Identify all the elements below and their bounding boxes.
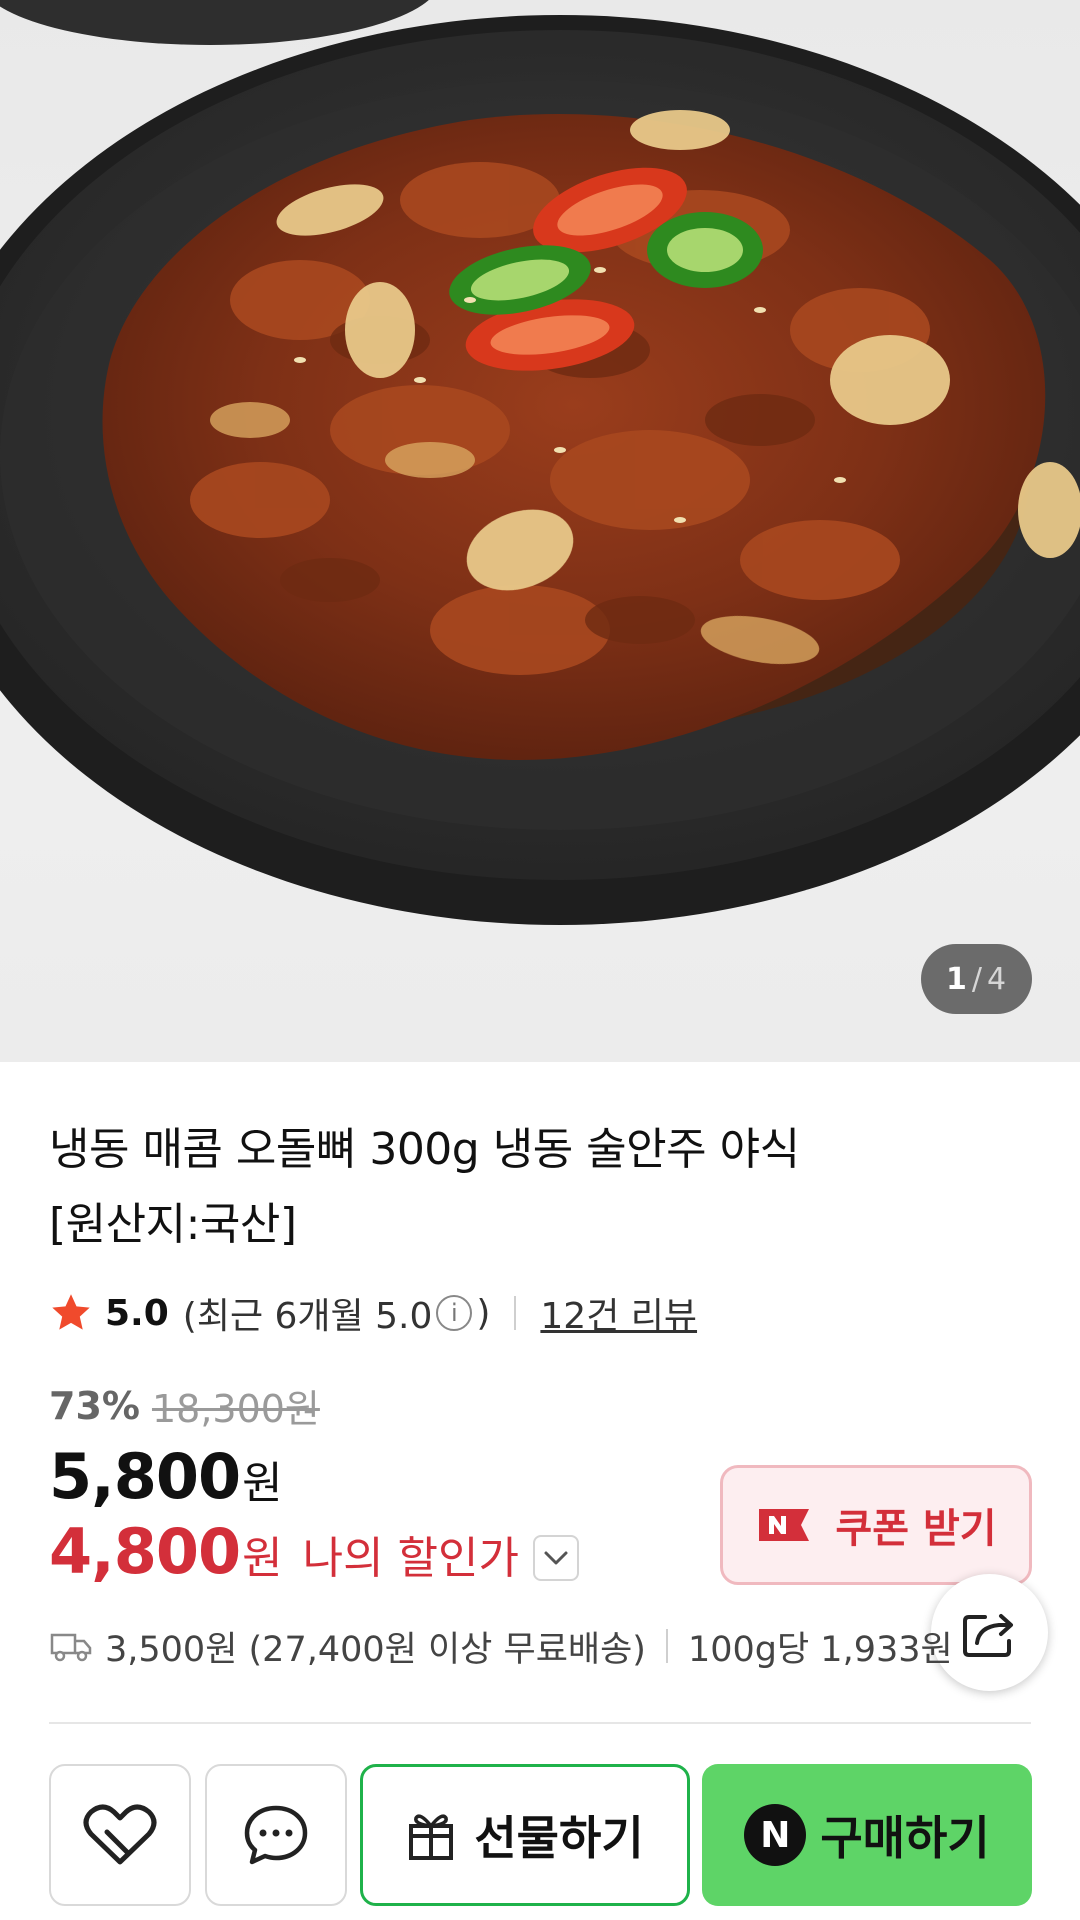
- rating-divider: [514, 1296, 517, 1330]
- share-icon: [962, 1613, 1013, 1657]
- gift-icon: [409, 1814, 454, 1860]
- product-title-line1: 냉동 매콤 오돌뼈 300g 냉동 술안주 야식: [49, 1124, 800, 1175]
- sale-price-currency: 원: [242, 1458, 283, 1509]
- coupon-button[interactable]: 쿠폰 받기: [720, 1465, 1032, 1585]
- rating-score: 5.0: [105, 1292, 169, 1334]
- product-photo-illustration: [0, 0, 1080, 925]
- sale-price-amount: 5,800: [49, 1440, 241, 1513]
- coupon-label: 쿠폰 받기: [835, 1506, 997, 1552]
- naver-pay-badge-icon: [759, 1509, 810, 1541]
- discount-percent: 73%: [49, 1383, 140, 1428]
- my-price-amount: 4,800: [49, 1515, 241, 1588]
- original-price: 18,300원: [151, 1387, 320, 1431]
- buy-button[interactable]: N 구매하기: [702, 1764, 1032, 1906]
- bottom-action-bar: 선물하기 N 구매하기: [0, 1738, 1080, 1920]
- pager-separator: /: [971, 961, 983, 997]
- my-price-label: 나의 할인가: [302, 1533, 519, 1584]
- chevron-down-icon[interactable]: [533, 1534, 579, 1581]
- product-title: 냉동 매콤 오돌뼈 300g 냉동 술안주 야식 [원산지:국산]: [49, 1112, 949, 1262]
- product-title-line2: [원산지:국산]: [49, 1199, 297, 1250]
- buy-label: 구매하기: [820, 1811, 990, 1865]
- chat-button[interactable]: [205, 1764, 347, 1906]
- pager-total: 4: [986, 961, 1008, 997]
- my-price-currency: 원: [242, 1533, 283, 1584]
- gift-button[interactable]: 선물하기: [360, 1764, 690, 1906]
- gift-label: 선물하기: [474, 1811, 644, 1865]
- truck-icon: [50, 1633, 92, 1662]
- rating-recent-close: ): [476, 1292, 491, 1334]
- naver-logo-icon: N: [744, 1804, 807, 1866]
- unit-price: 100g당 1,933원: [687, 1629, 953, 1670]
- pager-current: 1: [945, 961, 968, 997]
- product-image[interactable]: 1 / 4: [0, 0, 1080, 1062]
- info-icon[interactable]: i: [436, 1295, 473, 1331]
- chat-icon: [244, 1805, 308, 1865]
- shipping-fee: 3,500원 (27,400원 이상 무료배송): [105, 1629, 646, 1670]
- sale-price: 5,800 원: [49, 1440, 283, 1513]
- rating-row: 5.0 (최근 6개월 5.0 i ) 12건 리뷰: [49, 1285, 697, 1341]
- star-icon: [52, 1294, 90, 1330]
- section-divider: [49, 1722, 1031, 1724]
- heart-icon: [83, 1804, 157, 1865]
- discount-row: 73% 18,300원: [49, 1378, 320, 1433]
- shipping-row: 3,500원 (27,400원 이상 무료배송) 100g당 1,933원: [49, 1618, 953, 1674]
- image-pager: 1 / 4: [921, 944, 1032, 1014]
- rating-recent: (최근 6개월 5.0: [182, 1296, 433, 1337]
- shipping-divider: [665, 1629, 668, 1663]
- wishlist-button[interactable]: [49, 1764, 191, 1906]
- my-discount-price[interactable]: 4,800 원 나의 할인가: [49, 1515, 579, 1588]
- reviews-link[interactable]: 12건 리뷰: [540, 1287, 697, 1339]
